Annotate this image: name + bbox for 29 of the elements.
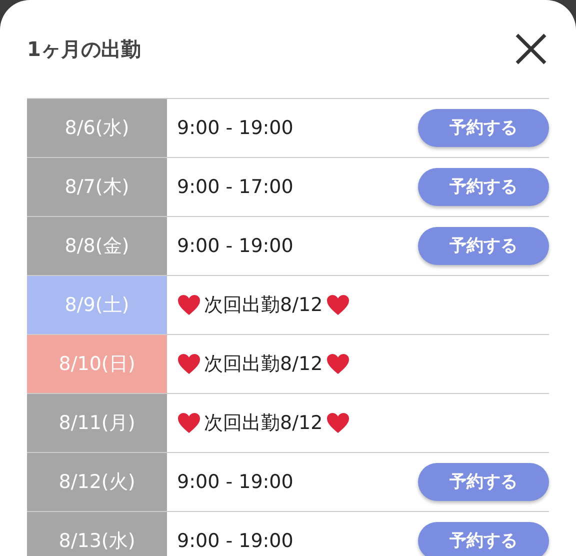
date-cell: 8/12(火) <box>27 453 167 511</box>
date-cell: 8/11(月) <box>27 394 167 452</box>
time-range: 9:00 - 19:00 <box>177 235 294 257</box>
note-text: 次回出勤8/12 <box>203 352 324 377</box>
reserve-button[interactable]: 予約する <box>418 227 549 265</box>
note-text: 次回出勤8/12 <box>203 411 324 436</box>
date-cell: 8/7(木) <box>27 158 167 216</box>
date-cell: 8/6(水) <box>27 99 167 157</box>
time-range: 9:00 - 19:00 <box>177 117 294 139</box>
heart-icon <box>326 412 350 434</box>
reserve-button[interactable]: 予約する <box>418 168 549 206</box>
date-cell: 8/8(金) <box>27 217 167 275</box>
reserve-button[interactable]: 予約する <box>418 522 549 556</box>
close-button[interactable] <box>513 31 549 67</box>
reserve-button[interactable]: 予約する <box>418 463 549 501</box>
time-range: 9:00 - 19:00 <box>177 530 294 552</box>
heart-icon <box>177 353 201 375</box>
time-range: 9:00 - 17:00 <box>177 176 294 198</box>
reserve-button[interactable]: 予約する <box>418 109 549 147</box>
heart-icon <box>177 294 201 316</box>
time-range: 9:00 - 19:00 <box>177 471 294 493</box>
date-cell: 8/13(水) <box>27 512 167 556</box>
heart-icon <box>326 353 350 375</box>
note-text: 次回出勤8/12 <box>203 293 324 318</box>
heart-icon <box>326 294 350 316</box>
date-cell: 8/9(土) <box>27 276 167 334</box>
dialog-title: 1ヶ月の出勤 <box>27 36 141 62</box>
date-cell: 8/10(日) <box>27 335 167 393</box>
heart-icon <box>177 412 201 434</box>
